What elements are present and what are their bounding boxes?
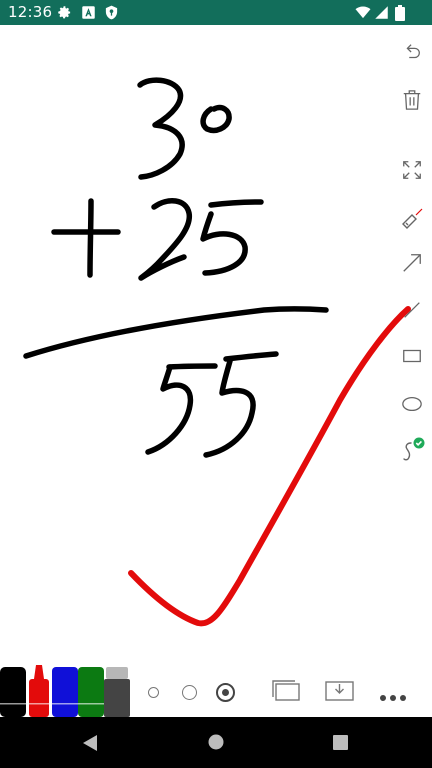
- navigation-bar: [0, 717, 432, 768]
- ink-digit-5-ans-1: [145, 364, 194, 455]
- fullscreen-button[interactable]: [398, 156, 426, 184]
- marker-blue[interactable]: [52, 667, 78, 717]
- home-icon: [208, 734, 224, 750]
- bottom-toolbar: [0, 653, 432, 717]
- marker-gray[interactable]: [104, 667, 130, 717]
- battery-icon: [395, 5, 405, 21]
- drawing-canvas[interactable]: [0, 25, 432, 653]
- ink-sum-line: [23, 306, 329, 359]
- ink-digit-5-ans-2: [203, 358, 256, 458]
- arrow-icon: [403, 254, 421, 272]
- home-button[interactable]: [208, 734, 224, 754]
- pages-icon: [272, 680, 300, 701]
- laser-pointer-tool[interactable]: [398, 205, 426, 233]
- settings-icon: [57, 5, 72, 20]
- ink-digit-5-top-bar: [208, 199, 264, 208]
- arrow-tool[interactable]: [398, 249, 426, 277]
- ellipse-icon: [402, 396, 422, 412]
- marker-green[interactable]: [78, 667, 104, 717]
- line-tool[interactable]: [398, 296, 426, 324]
- status-bar: 12:36: [0, 0, 432, 25]
- download-icon: [325, 681, 354, 701]
- back-button[interactable]: [82, 734, 98, 756]
- recents-icon: [333, 735, 348, 750]
- more-icon: [380, 695, 406, 701]
- font-icon: [81, 5, 96, 20]
- clear-button[interactable]: [398, 86, 426, 114]
- undo-icon: [406, 44, 420, 59]
- ink-layer: [23, 77, 411, 627]
- trash-icon: [403, 90, 421, 110]
- marker-red[interactable]: [26, 665, 52, 717]
- pen-size-medium[interactable]: [182, 685, 197, 700]
- back-icon: [83, 735, 97, 751]
- ink-plus-vertical: [87, 198, 94, 278]
- line-icon: [404, 302, 420, 318]
- marker-black[interactable]: [0, 667, 26, 717]
- laser-pointer-icon: [402, 208, 423, 229]
- ink-digit-2: [138, 198, 192, 281]
- pen-size-large[interactable]: [216, 683, 235, 702]
- freehand-icon: [403, 437, 425, 461]
- pen-size-small[interactable]: [148, 687, 159, 698]
- ink-digit-0: [200, 104, 232, 134]
- undo-button[interactable]: [398, 38, 426, 66]
- fullscreen-icon: [403, 161, 421, 179]
- rectangle-tool[interactable]: [398, 342, 426, 370]
- status-time: 12:36: [8, 3, 53, 21]
- ink-digit-5-top: [200, 211, 248, 276]
- recents-button[interactable]: [333, 735, 348, 754]
- ink-digit-5-ans-2-bar: [223, 351, 279, 362]
- shield-icon: [104, 5, 119, 20]
- more-button[interactable]: [379, 687, 409, 706]
- signal-icon: [374, 5, 389, 20]
- save-button[interactable]: [325, 680, 355, 706]
- ink-digit-5-ans-1-bar: [166, 363, 218, 370]
- wifi-icon: [355, 5, 371, 20]
- freehand-tool[interactable]: [398, 435, 426, 463]
- ink-digit-3: [137, 77, 185, 180]
- ellipse-tool[interactable]: [398, 390, 426, 418]
- pages-button[interactable]: [271, 680, 301, 706]
- rectangle-icon: [403, 349, 421, 363]
